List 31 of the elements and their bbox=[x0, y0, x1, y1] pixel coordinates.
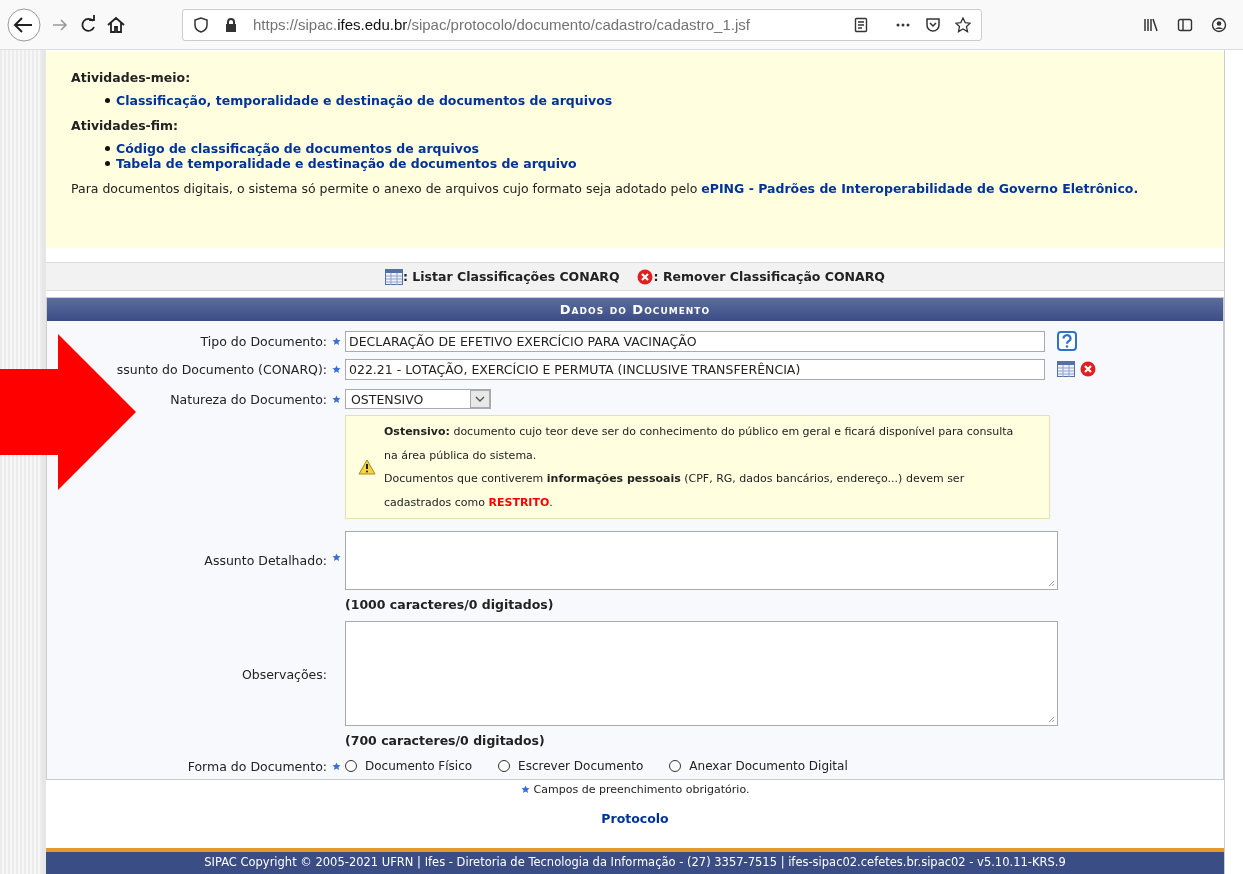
radio-label[interactable]: Anexar Documento Digital bbox=[689, 759, 848, 773]
notice-text: Ostensivo: documento cujo teor deve ser do conhecimento do público em geral e ficará disponível para consulta na área pública do sistema. bbox=[384, 424, 1015, 464]
character-counter: (1000 caracteres/0 digitados) bbox=[345, 597, 555, 612]
document-link[interactable]: Classificação, temporalidade e destinação de documentos de arquivos bbox=[116, 93, 613, 108]
url-text: https://sipac.ifes.edu.br/sipac/protocolo/documento/cadastro/cadastro_1.jsf bbox=[253, 16, 751, 33]
character-counter: (700 caracteres/0 digitados) bbox=[345, 733, 546, 748]
field-label: Tipo do Documento: bbox=[200, 333, 327, 349]
action-label[interactable]: : Remover Classificação CONARQ bbox=[653, 269, 885, 284]
field-label: Observações: bbox=[241, 667, 327, 682]
notice-text: Documentos que contiverem informações pessoais (CPF, RG, dados bancários, endereço...) devem ser cadastrados como RESTRITO. bbox=[384, 471, 966, 511]
field-label: Natureza do Documento: bbox=[170, 391, 327, 407]
radio-label[interactable]: Escrever Documento bbox=[518, 759, 644, 773]
radio-label[interactable]: Documento Físico bbox=[365, 759, 473, 773]
eping-link[interactable]: ePING - Padrões de Interoperabilidade de Governo Eletrônico. bbox=[701, 181, 1139, 196]
section-header: Dados do Documento bbox=[47, 298, 1223, 321]
info-note: Para documentos digitais, o sistema só permite o anexo de arquivos cujo formato seja adotado pelo ePING - Padrões de Interoperabilidade de Governo Eletrônico. bbox=[71, 181, 1140, 196]
select-field[interactable]: OSTENSIVO bbox=[345, 389, 491, 409]
section-heading: Atividades-meio: bbox=[71, 70, 192, 85]
text-field[interactable]: 022.21 - LOTAÇÃO, EXERCÍCIO E PERMUTA (INCLUSIVE TRANSFERÊNCIA) bbox=[345, 358, 1045, 380]
document-link[interactable]: Código de classificação de documentos de arquivos bbox=[116, 141, 479, 156]
footer-text: SIPAC Copyright © 2005-2021 UFRN | Ifes - Diretoria de Tecnologia da Informação - (27) 3357-7515 | ifes-sipac02.cefetes.br.sipac02 - v5.10.11-KRS.9 bbox=[204, 855, 1066, 869]
field-label: Assunto Detalhado: bbox=[204, 553, 327, 568]
document-link[interactable]: Tabela de temporalidade e destinação de documentos de arquivo bbox=[116, 156, 577, 171]
action-label[interactable]: : Listar Classificações CONARQ bbox=[403, 269, 620, 284]
field-label: Forma do Documento: bbox=[187, 758, 327, 774]
text-field[interactable]: DECLARAÇÃO DE EFETIVO EXERCÍCIO PARA VACINAÇÃO bbox=[345, 330, 1045, 352]
required-note: Campos de preenchimento obrigatório. bbox=[533, 783, 750, 796]
section-heading: Atividades-fim: bbox=[71, 118, 180, 133]
field-label: ssunto do Documento (CONARQ): bbox=[116, 361, 327, 377]
protocolo-link[interactable]: Protocolo bbox=[601, 811, 669, 826]
address-bar[interactable]: https://sipac.ifes.edu.br/sipac/protocolo/documento/cadastro/cadastro_1.jsf bbox=[182, 8, 982, 41]
